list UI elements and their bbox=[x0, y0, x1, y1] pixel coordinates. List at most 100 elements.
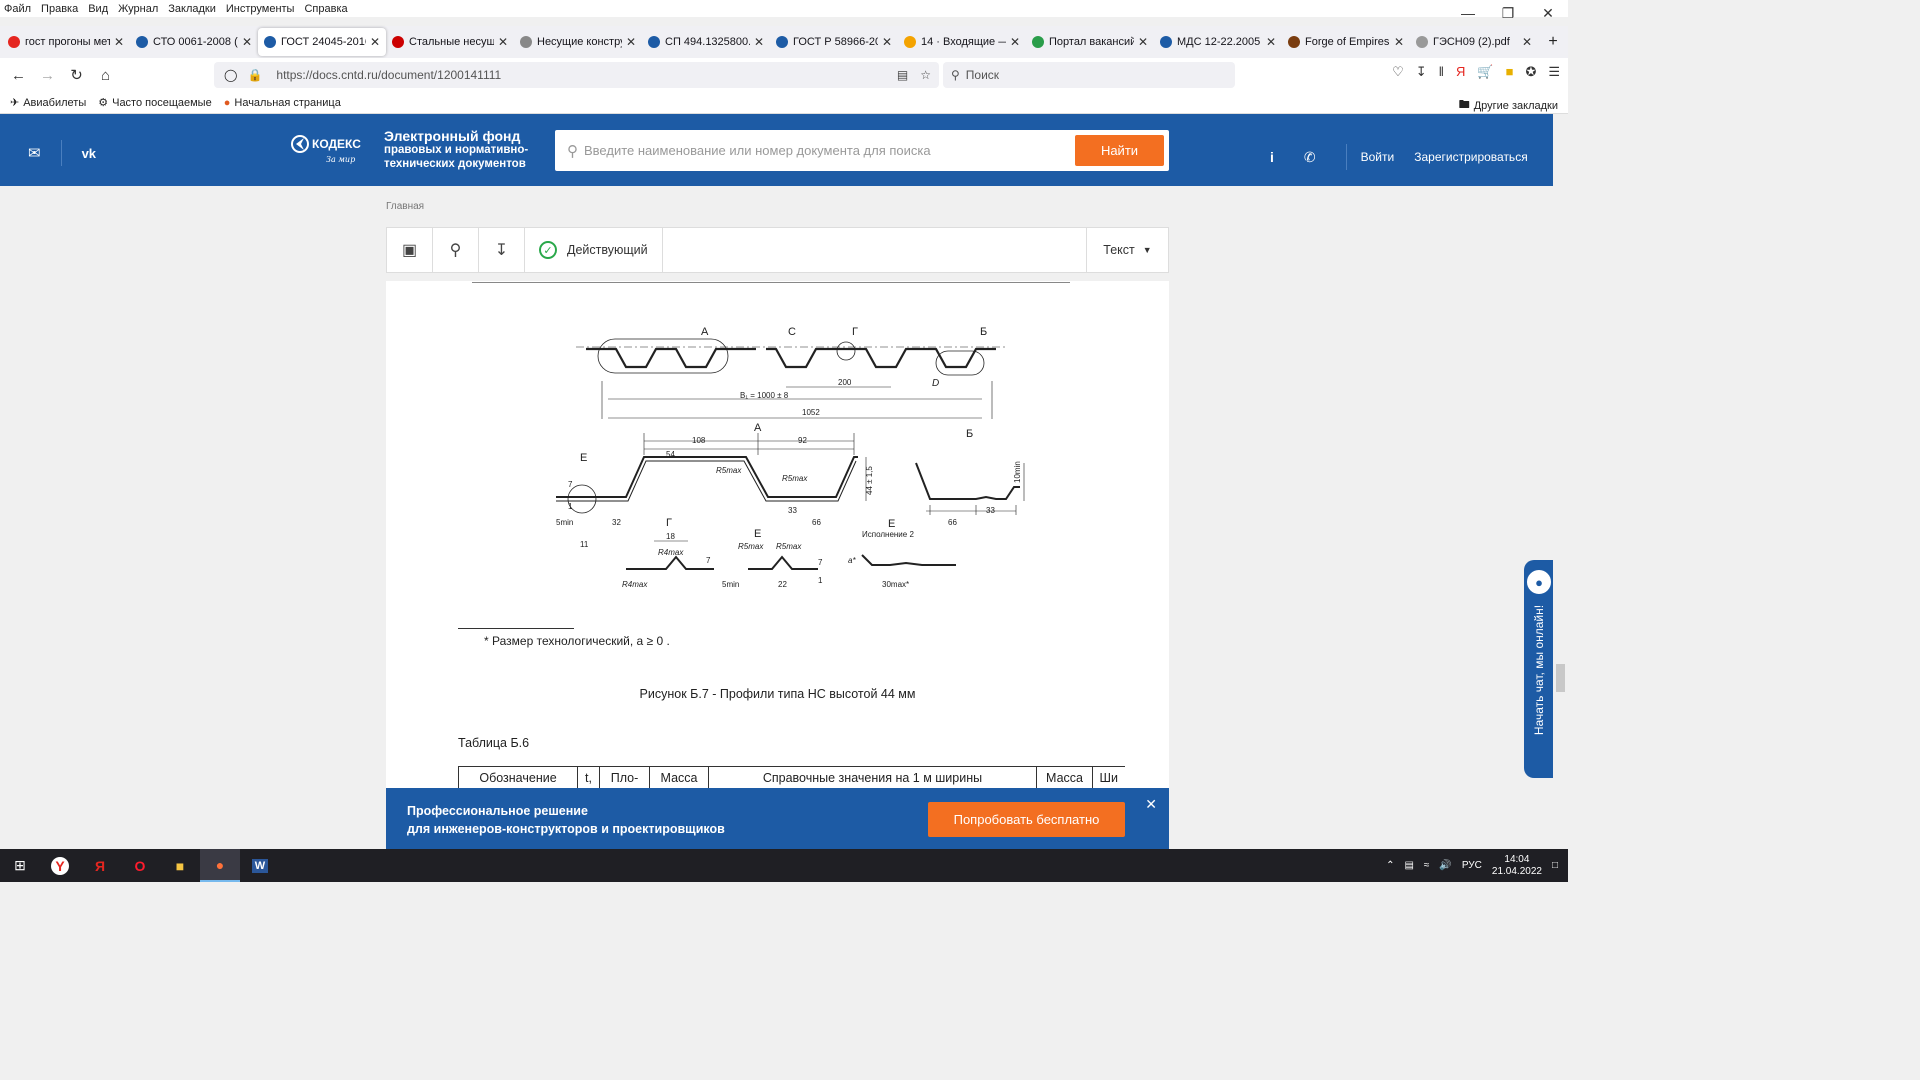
close-tab-icon[interactable]: ✕ bbox=[754, 35, 764, 49]
register-link[interactable]: Зарегистрироваться bbox=[1414, 150, 1527, 164]
back-button[interactable]: ← bbox=[4, 61, 33, 90]
reader-view-icon[interactable]: ▤ bbox=[897, 68, 908, 82]
addon-icon[interactable]: ✪ bbox=[1525, 64, 1536, 80]
browser-tab[interactable]: ГЭСН09 (2).pdf ✕ bbox=[1410, 26, 1538, 58]
close-tab-icon[interactable]: ✕ bbox=[626, 35, 636, 49]
network-icon[interactable]: ▤ bbox=[1404, 860, 1413, 871]
close-tab-icon[interactable]: ✕ bbox=[1266, 35, 1276, 49]
notifications-icon[interactable]: □ bbox=[1552, 860, 1558, 871]
menu-edit[interactable]: Правка bbox=[41, 3, 78, 15]
start-button[interactable]: ⊞ bbox=[0, 849, 40, 882]
close-tab-icon[interactable]: ✕ bbox=[1010, 35, 1020, 49]
other-bookmarks[interactable]: 🖿 Другие закладки bbox=[1459, 96, 1558, 115]
close-icon[interactable]: ✕ bbox=[1145, 796, 1157, 813]
forward-button[interactable]: → bbox=[33, 61, 62, 90]
search-bar[interactable]: ⚲ Поиск bbox=[943, 62, 1235, 88]
download-button[interactable]: ↧ bbox=[479, 228, 525, 272]
yandex-icon[interactable]: Я bbox=[1456, 64, 1465, 80]
close-window-button[interactable]: ✕ bbox=[1528, 0, 1568, 26]
browser-tab[interactable]: Стальные несущи ✕ bbox=[386, 26, 514, 58]
new-tab-button[interactable]: + bbox=[1538, 26, 1568, 58]
taskbar-word[interactable]: W bbox=[240, 849, 280, 882]
chat-widget[interactable]: ● Начать чат, мы онлайн! bbox=[1524, 560, 1554, 778]
browser-tab[interactable]: СП 494.1325800.20 ✕ bbox=[642, 26, 770, 58]
lock-icon: 🔒 bbox=[247, 68, 263, 82]
browser-tab[interactable]: 14 · Входящие — Я ✕ bbox=[898, 26, 1026, 58]
close-tab-icon[interactable]: ✕ bbox=[114, 35, 124, 49]
taskbar-explorer[interactable]: ■ bbox=[160, 849, 200, 882]
clock-date: 21.04.2022 bbox=[1491, 865, 1542, 877]
scrollbar-thumb[interactable] bbox=[1556, 664, 1565, 692]
home-button[interactable]: ⌂ bbox=[91, 61, 120, 90]
scrollbar[interactable] bbox=[1553, 114, 1568, 849]
close-tab-icon[interactable]: ✕ bbox=[498, 35, 508, 49]
contents-button[interactable]: ▣ bbox=[387, 228, 433, 272]
pdf-icon bbox=[1416, 36, 1428, 48]
browser-tab[interactable]: гост прогоны мет ✕ bbox=[2, 26, 130, 58]
dim-r5max: R5max bbox=[782, 474, 808, 483]
url-bar[interactable]: ◯ 🔒 https://docs.cntd.ru/document/120014… bbox=[214, 62, 939, 88]
close-tab-icon[interactable]: ✕ bbox=[1138, 35, 1148, 49]
document-search[interactable]: ⚲ Введите наименование или номер докумен… bbox=[555, 130, 1169, 171]
menu-help[interactable]: Справка bbox=[304, 3, 347, 15]
wifi-icon[interactable]: ≈ bbox=[1424, 860, 1430, 871]
info-icon[interactable]: i bbox=[1270, 149, 1274, 165]
view-mode-select[interactable]: Текст ▼ bbox=[1086, 228, 1168, 272]
browser-tab[interactable]: Портал вакансий ✕ bbox=[1026, 26, 1154, 58]
search-placeholder: Поиск bbox=[965, 68, 1000, 82]
browser-tab[interactable]: СТО 0061-2008 (02 ✕ bbox=[130, 26, 258, 58]
phone-icon[interactable]: ✆ bbox=[1304, 149, 1316, 166]
url-text[interactable]: https://docs.cntd.ru/document/1200141111 bbox=[276, 68, 501, 82]
menu-file[interactable]: Файл bbox=[4, 3, 31, 15]
close-tab-icon[interactable]: ✕ bbox=[882, 35, 892, 49]
dim-32: 32 bbox=[612, 518, 621, 527]
menu-hamburger-icon[interactable]: ☰ bbox=[1548, 64, 1560, 80]
language-indicator[interactable]: РУС bbox=[1462, 860, 1482, 871]
vk-icon[interactable]: vk bbox=[82, 146, 96, 161]
login-link[interactable]: Войти bbox=[1361, 150, 1395, 164]
library-icon[interactable]: ‖ bbox=[1439, 64, 1444, 80]
mail-icon[interactable]: ✉ bbox=[28, 144, 41, 162]
find-in-document-button[interactable]: ⚲ bbox=[433, 228, 479, 272]
bookmark-home[interactable]: ● Начальная страница bbox=[224, 97, 341, 109]
bookmark-most-visited[interactable]: ⚙ Часто посещаемые bbox=[98, 96, 211, 110]
menu-history[interactable]: Журнал bbox=[118, 3, 158, 15]
taskbar-opera[interactable]: O bbox=[120, 849, 160, 882]
browser-tab[interactable]: МДС 12-22.2005 Р ✕ bbox=[1154, 26, 1282, 58]
bookmark-star-icon[interactable]: ☆ bbox=[920, 68, 931, 82]
taskbar-yandex[interactable]: Я bbox=[80, 849, 120, 882]
kodeks-logo[interactable]: КОДЕКС За мир bbox=[290, 128, 368, 172]
restore-button[interactable]: ❐ bbox=[1488, 0, 1528, 26]
downloads-icon[interactable]: ↧ bbox=[1416, 64, 1427, 80]
breadcrumb[interactable]: Главная bbox=[386, 201, 424, 212]
menu-bookmarks[interactable]: Закладки bbox=[168, 3, 216, 15]
extension-icon[interactable]: ■ bbox=[1506, 64, 1514, 80]
minimize-button[interactable]: — bbox=[1448, 0, 1488, 26]
close-tab-icon[interactable]: ✕ bbox=[242, 35, 252, 49]
taskbar-firefox[interactable]: ● bbox=[200, 849, 240, 882]
close-tab-icon[interactable]: ✕ bbox=[370, 35, 380, 49]
find-button[interactable]: Найти bbox=[1075, 135, 1164, 166]
browser-tab[interactable]: ГОСТ Р 58966-2020 ✕ bbox=[770, 26, 898, 58]
home-icon: ⌂ bbox=[100, 66, 111, 84]
volume-icon[interactable]: 🔊 bbox=[1439, 860, 1451, 871]
dim-1052: 1052 bbox=[802, 408, 820, 417]
close-tab-icon[interactable]: ✕ bbox=[1522, 35, 1532, 49]
browser-tab[interactable]: Несущие констру ✕ bbox=[514, 26, 642, 58]
dim-33: 33 bbox=[788, 506, 797, 515]
detail-g-label: Г bbox=[666, 517, 672, 529]
try-free-button[interactable]: Попробовать бесплатно bbox=[928, 802, 1125, 837]
menu-view[interactable]: Вид bbox=[88, 3, 108, 15]
bookmark-flights[interactable]: ✈ Авиабилеты bbox=[10, 96, 86, 110]
clock[interactable]: 14:04 21.04.2022 bbox=[1492, 854, 1542, 878]
close-tab-icon[interactable]: ✕ bbox=[1394, 35, 1404, 49]
browser-tab[interactable]: ГОСТ 24045-2016 П ✕ bbox=[258, 28, 386, 56]
chevron-up-icon[interactable]: ⌃ bbox=[1386, 860, 1394, 871]
menu-tools[interactable]: Инструменты bbox=[226, 3, 295, 15]
browser-tab[interactable]: Forge of Empires ✕ bbox=[1282, 26, 1410, 58]
reload-button[interactable]: ↻ bbox=[62, 61, 91, 90]
cart-icon[interactable]: 🛒 bbox=[1477, 64, 1493, 80]
document-search-input[interactable]: Введите наименование или номер документа… bbox=[584, 143, 931, 158]
taskbar-yandex-browser[interactable]: Y bbox=[40, 849, 80, 882]
pocket-icon[interactable]: ♡ bbox=[1392, 64, 1404, 80]
